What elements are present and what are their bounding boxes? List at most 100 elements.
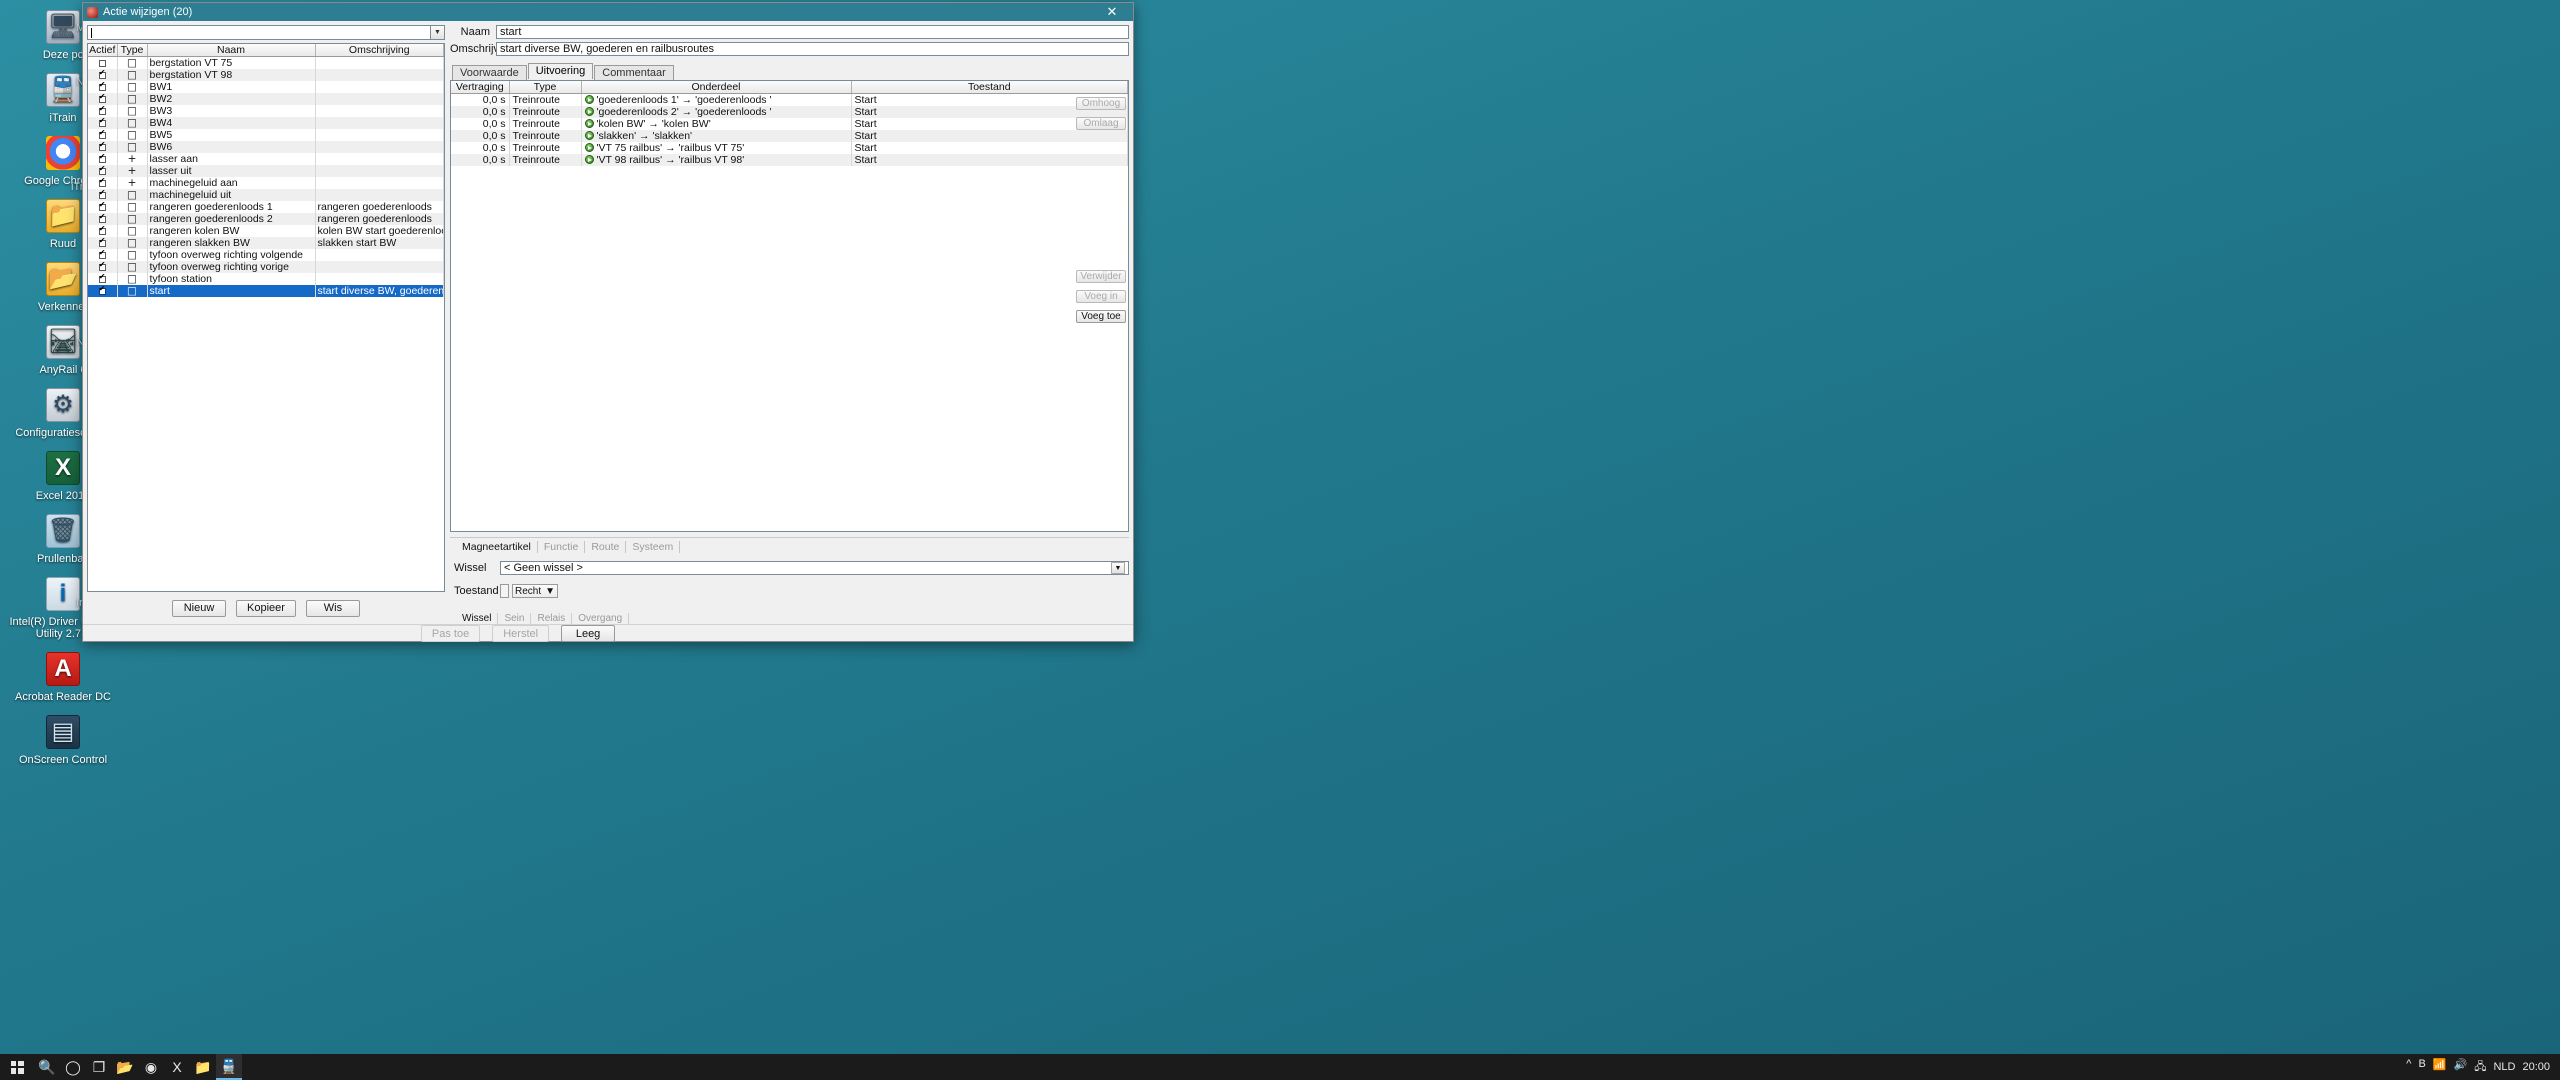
clear-button[interactable]: Leeg: [561, 625, 616, 642]
table-row[interactable]: +lasser uit: [88, 165, 444, 177]
row-active-checkbox[interactable]: [88, 273, 118, 285]
row-active-checkbox[interactable]: [88, 285, 118, 297]
task-taskview[interactable]: ❐: [86, 1054, 112, 1080]
table-row[interactable]: □machinegeluid uit: [88, 189, 444, 201]
row-active-checkbox[interactable]: [88, 56, 118, 69]
wissel-select[interactable]: < Geen wissel > ▼: [500, 561, 1129, 575]
magneet-tab-sein[interactable]: Sein: [498, 613, 532, 624]
execution-list[interactable]: Vertraging Type Onderdeel Toestand 0,0 s…: [450, 80, 1129, 532]
table-row[interactable]: +machinegeluid aan: [88, 177, 444, 189]
tab-uitvoering[interactable]: Uitvoering: [527, 63, 594, 79]
col-actief[interactable]: Actief: [88, 44, 118, 57]
row-active-checkbox[interactable]: [88, 213, 118, 225]
row-active-checkbox[interactable]: [88, 69, 118, 81]
table-row[interactable]: □BW4: [88, 117, 444, 129]
row-active-checkbox[interactable]: [88, 93, 118, 105]
component-tab-functie[interactable]: Functie: [538, 541, 586, 553]
task-search[interactable]: 🔍: [34, 1054, 60, 1080]
table-row[interactable]: 0,0 s Treinroute 'goederenloods 1' → 'goed…: [451, 93, 1128, 106]
col-onderdeel[interactable]: Onderdeel: [581, 81, 852, 94]
action-list[interactable]: Actief Type Naam Omschrijving □ bergstati…: [87, 43, 445, 592]
col-toestand[interactable]: Toestand: [851, 81, 1128, 94]
row-active-checkbox[interactable]: [88, 153, 118, 165]
tray-icon-2[interactable]: 📶: [2433, 1058, 2447, 1077]
table-row[interactable]: □tyfoon overweg richting volgende: [88, 249, 444, 261]
col-type2[interactable]: Type: [509, 81, 582, 94]
table-row[interactable]: □rangeren goederenloods 1rangeren goeder…: [88, 201, 444, 213]
row-active-checkbox[interactable]: [88, 177, 118, 189]
task-cortana[interactable]: ◯: [60, 1054, 86, 1080]
start-button[interactable]: [0, 1054, 34, 1080]
col-vertraging[interactable]: Vertraging: [451, 81, 510, 94]
omschrijving-input[interactable]: start diverse BW, goederen en railbusrou…: [496, 42, 1129, 56]
col-type[interactable]: Type: [117, 44, 148, 57]
filter-dropdown-button[interactable]: ▼: [430, 25, 445, 40]
table-row[interactable]: □bergstation VT 98: [88, 69, 444, 81]
row-active-checkbox[interactable]: [88, 129, 118, 141]
component-tab-route[interactable]: Route: [585, 541, 627, 553]
row-active-checkbox[interactable]: [88, 201, 118, 213]
table-row[interactable]: □ bergstation VT 75: [88, 56, 444, 69]
chevron-down-icon[interactable]: ▼: [545, 586, 555, 597]
desktop-icon-acrobat[interactable]: A Acrobat Reader DC: [0, 646, 126, 709]
row-active-checkbox[interactable]: [88, 225, 118, 237]
col-naam[interactable]: Naam: [147, 44, 316, 57]
table-row[interactable]: □startstart diverse BW, goederen en rail…: [88, 285, 444, 297]
table-row[interactable]: □tyfoon overweg richting vorige: [88, 261, 444, 273]
dialog-titlebar[interactable]: Actie wijzigen (20) ✕: [83, 3, 1133, 21]
desktop-icon-onscreen-control[interactable]: ▤ OnScreen Control: [0, 709, 126, 772]
table-row[interactable]: □BW6: [88, 141, 444, 153]
table-row[interactable]: 0,0 s Treinroute 'VT 75 railbus' → 'railbu…: [451, 142, 1128, 154]
delete-button[interactable]: Wis: [305, 599, 360, 617]
clock[interactable]: 20:00: [2522, 1061, 2550, 1073]
table-row[interactable]: □rangeren goederenloods 2rangeren goeder…: [88, 213, 444, 225]
task-itrain[interactable]: 🚆: [216, 1054, 242, 1080]
tray-icon-3[interactable]: 🔊: [2453, 1058, 2467, 1077]
col-omschrijving[interactable]: Omschrijving: [315, 44, 444, 57]
task-chrome[interactable]: ◉: [138, 1054, 164, 1080]
row-active-checkbox[interactable]: [88, 105, 118, 117]
toestand-select[interactable]: Recht ▼: [512, 584, 558, 598]
table-row[interactable]: 0,0 s Treinroute'slakken' → 'slakken' Star…: [451, 130, 1128, 142]
table-row[interactable]: 0,0 s Treinroute 'VT 98 railbus' → 'railbu…: [451, 154, 1128, 166]
new-button[interactable]: Nieuw: [172, 599, 227, 617]
magneet-tab-relais[interactable]: Relais: [531, 613, 573, 624]
table-row[interactable]: □tyfoon station: [88, 273, 444, 285]
row-active-checkbox[interactable]: [88, 237, 118, 249]
row-active-checkbox[interactable]: [88, 141, 118, 153]
row-active-checkbox[interactable]: [88, 165, 118, 177]
tab-voorwaarde[interactable]: Voorwaarde: [452, 65, 527, 80]
task-excel[interactable]: X: [164, 1054, 190, 1080]
magneet-tab-overgang[interactable]: Overgang: [572, 613, 630, 624]
component-tab-systeem[interactable]: Systeem: [626, 541, 681, 553]
close-icon[interactable]: ✕: [1091, 3, 1133, 21]
table-row[interactable]: 0,0 s Treinroute'kolen BW' → 'kolen BW' St…: [451, 118, 1128, 130]
table-row[interactable]: □rangeren slakken BWslakken start BW: [88, 237, 444, 249]
table-row[interactable]: □rangeren kolen BWkolen BW start goedere…: [88, 225, 444, 237]
table-row[interactable]: □BW2: [88, 93, 444, 105]
row-active-checkbox[interactable]: [88, 81, 118, 93]
table-row[interactable]: □BW5: [88, 129, 444, 141]
row-active-checkbox[interactable]: [88, 261, 118, 273]
table-row[interactable]: □BW3: [88, 105, 444, 117]
chevron-down-icon[interactable]: ▼: [1111, 562, 1125, 574]
table-row[interactable]: □BW1: [88, 81, 444, 93]
component-tab-magneetartikel[interactable]: Magneetartikel: [456, 541, 538, 553]
row-active-checkbox[interactable]: [88, 189, 118, 201]
tray-icon-0[interactable]: ^: [2406, 1058, 2411, 1077]
row-active-checkbox[interactable]: [88, 249, 118, 261]
task-explorer[interactable]: 📂: [112, 1054, 138, 1080]
row-active-checkbox[interactable]: [88, 117, 118, 129]
add-button[interactable]: Voeg toe: [1076, 310, 1126, 323]
table-row[interactable]: +lasser aan: [88, 153, 444, 165]
table-row[interactable]: 0,0 s Treinroute 'goederenloods 2' → 'goed…: [451, 106, 1128, 118]
tray-icon-4[interactable]: 🖧: [2474, 1058, 2486, 1077]
tab-commentaar[interactable]: Commentaar: [594, 65, 674, 80]
magneet-tab-wissel[interactable]: Wissel: [456, 613, 499, 624]
language-indicator[interactable]: NLD: [2493, 1061, 2515, 1073]
naam-input[interactable]: start: [496, 25, 1129, 39]
copy-button[interactable]: Kopieer: [236, 599, 296, 617]
filter-input[interactable]: [87, 25, 430, 40]
tray-icon-1[interactable]: B: [2418, 1058, 2425, 1077]
task-folder2[interactable]: 📁: [190, 1054, 216, 1080]
